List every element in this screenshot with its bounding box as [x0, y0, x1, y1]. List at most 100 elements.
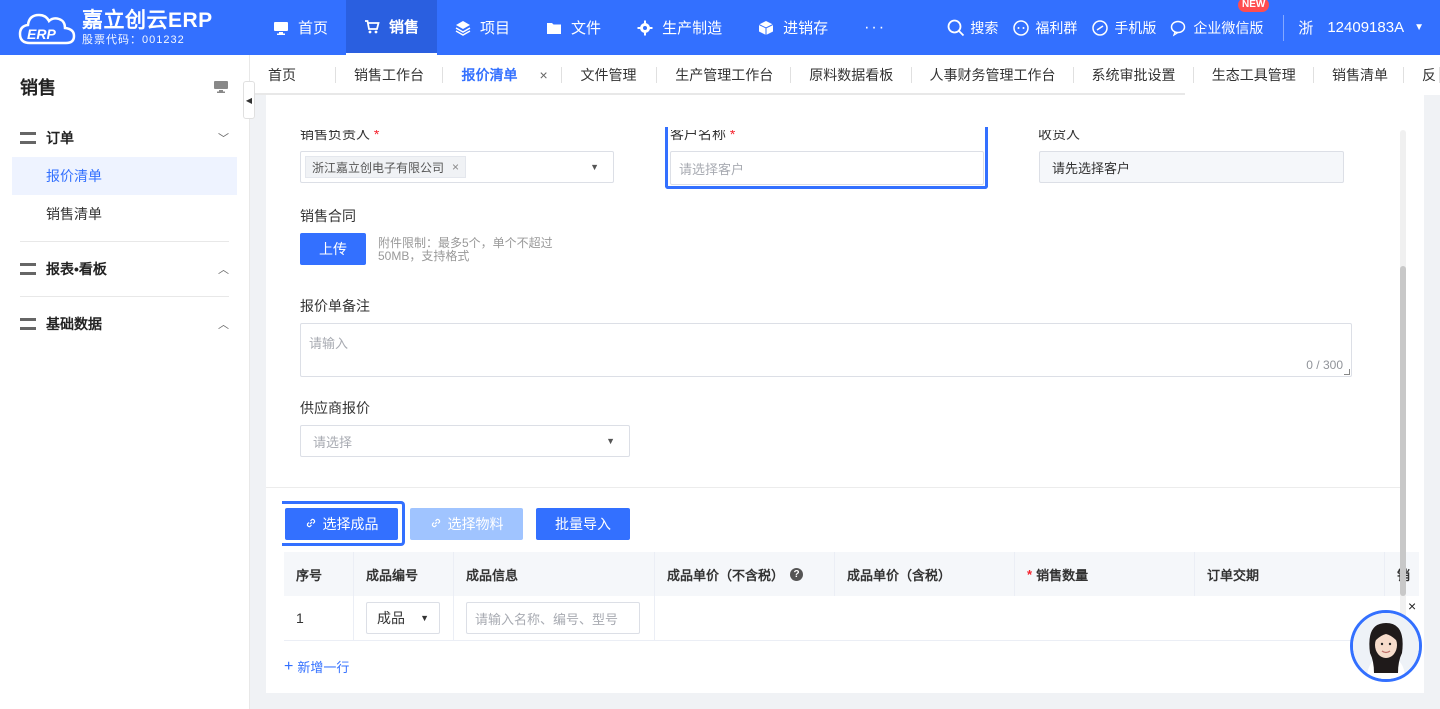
nav-project-label: 项目	[480, 20, 511, 37]
section-divider	[266, 487, 1401, 488]
sidebar-group-base-data: 基础数据 ︿	[20, 297, 229, 351]
wechat-tool[interactable]: 企业微信版 NEW	[1170, 0, 1270, 38]
wechat-icon	[1170, 19, 1188, 37]
supplier-quote-select[interactable]: 请选择 ▼	[300, 425, 630, 457]
th-index: 序号	[284, 552, 354, 596]
user-menu[interactable]: 浙 12409183A ▼	[1298, 17, 1424, 38]
brand-name: 嘉立创云ERP	[82, 8, 213, 32]
nav-sales-label: 销售	[389, 19, 420, 36]
upload-button[interactable]: 上传	[300, 233, 366, 265]
chat-group-icon	[1012, 19, 1030, 37]
nav-file[interactable]: 文件	[528, 0, 619, 55]
tab-sales-list[interactable]: 销售清单	[1314, 55, 1405, 95]
nav-file-label: 文件	[571, 20, 602, 37]
group-label-order: 订单	[46, 130, 74, 146]
tab-approval-settings[interactable]: 系统审批设置	[1074, 55, 1195, 95]
nav-manufacturing[interactable]: 生产制造	[619, 0, 740, 55]
sales-owner-select[interactable]: 浙江嘉立创电子有限公司 × ▼	[300, 151, 614, 183]
group-label-base-data: 基础数据	[46, 316, 102, 332]
display-icon[interactable]	[213, 80, 229, 94]
nav-project[interactable]: 项目	[437, 0, 528, 55]
chevron-up-icon: ︿	[218, 319, 229, 331]
stock-code: 股票代码：001232	[82, 33, 185, 46]
scrollbar-thumb[interactable]	[1400, 266, 1406, 596]
mobile-tool[interactable]: 手机版	[1091, 18, 1156, 38]
resize-handle-icon[interactable]	[1344, 369, 1350, 375]
list-icon	[20, 318, 36, 330]
nav-more-button[interactable]: ···	[846, 0, 904, 55]
tab-home[interactable]: 首页	[250, 55, 336, 95]
user-province: 浙	[1298, 20, 1314, 37]
group-head-order[interactable]: 订单 ﹀	[20, 119, 229, 157]
tab-eco-tools[interactable]: 生态工具管理	[1194, 55, 1315, 95]
close-icon[interactable]: ×	[539, 67, 547, 83]
link-icon	[430, 516, 442, 532]
tab-material-board[interactable]: 原料数据看板	[791, 55, 912, 95]
group-head-reports[interactable]: 报表•看板 ︿	[20, 242, 229, 296]
nav-home-label: 首页	[298, 20, 329, 37]
content-scrollbar[interactable]	[1400, 130, 1406, 670]
dropdown-arrow-icon: ▼	[590, 162, 599, 172]
product-type-select[interactable]: 成品 ▼	[366, 602, 440, 634]
new-badge: NEW	[1237, 0, 1270, 12]
dropdown-arrow-icon: ▼	[606, 436, 615, 446]
customer-name-input[interactable]: 请选择客户	[670, 151, 984, 185]
caret-down-icon: ▼	[1414, 22, 1424, 33]
table-row: 1 成品 ▼ 请输入名称、编号、型号	[284, 595, 1419, 641]
th-price-incl-tax: 成品单价（含税）	[835, 552, 1015, 596]
nav-inventory-label: 进销存	[783, 20, 829, 37]
folder-icon	[546, 20, 562, 36]
layers-icon	[455, 20, 471, 36]
th-product-code: 成品编号	[354, 552, 454, 596]
list-icon	[20, 263, 36, 275]
sidebar-collapse-button[interactable]: ◀	[243, 81, 255, 119]
nav-sales[interactable]: 销售	[346, 0, 438, 55]
add-row-button[interactable]: + 新增一行	[284, 657, 349, 676]
monitor-icon	[273, 20, 289, 36]
tab-overflow[interactable]: 反	[1404, 55, 1440, 95]
main-nav: 首页 销售 项目 文件 生产制造 进销存 ···	[255, 0, 904, 55]
sales-owner-tag: 浙江嘉立创电子有限公司 ×	[305, 156, 467, 178]
select-product-button[interactable]: 选择成品	[285, 508, 398, 540]
product-info-input[interactable]: 请输入名称、编号、型号	[466, 602, 640, 634]
th-delivery-date: 订单交期	[1195, 552, 1385, 596]
sidebar-group-reports: 报表•看板 ︿	[20, 242, 229, 297]
tag-close-icon[interactable]: ×	[452, 160, 459, 174]
tab-quotation-list[interactable]: 报价清单 ×	[443, 55, 563, 95]
select-material-button[interactable]: 选择物料	[410, 508, 523, 540]
tab-quotation-label: 报价清单	[461, 67, 518, 83]
nav-inventory[interactable]: 进销存	[740, 0, 846, 55]
batch-import-button[interactable]: 批量导入	[536, 508, 630, 540]
link-icon	[305, 517, 317, 532]
toolbar-divider	[1283, 14, 1285, 41]
top-bar: ERP 嘉立创云ERP 股票代码：001232 首页 销售 项目 文件 生产制造…	[0, 0, 1440, 55]
help-icon[interactable]: ?	[790, 567, 804, 581]
tab-sales-workbench[interactable]: 销售工作台	[336, 55, 444, 95]
th-sales-quantity: * 销售数量	[1015, 552, 1195, 596]
tab-production-workbench[interactable]: 生产管理工作台	[657, 55, 792, 95]
group-head-base-data[interactable]: 基础数据 ︿	[20, 297, 229, 351]
mobile-label: 手机版	[1114, 19, 1157, 36]
tab-bar: 首页 销售工作台 报价清单 × 文件管理 生产管理工作台 原料数据看板 人事财务…	[250, 55, 1440, 95]
supplier-quote-label: 供应商报价	[300, 400, 370, 416]
welfare-label: 福利群	[1035, 19, 1078, 36]
assistant-close-icon[interactable]: ×	[1408, 598, 1416, 614]
logo[interactable]: ERP 嘉立创云ERP 股票代码：001232	[0, 0, 255, 55]
remark-textarea[interactable]: 请输入 0 / 300	[300, 323, 1352, 377]
cell-price-incl-tax[interactable]	[835, 596, 1015, 641]
sidebar-item-quotation-list[interactable]: 报价清单	[12, 157, 237, 195]
cell-sales-quantity[interactable]	[1015, 596, 1195, 641]
sidebar-item-sales-list[interactable]: 销售清单	[12, 195, 237, 233]
cell-price-excl-tax[interactable]	[655, 596, 835, 641]
tab-file-management[interactable]: 文件管理	[562, 55, 658, 95]
wechat-label: 企业微信版	[1193, 19, 1264, 36]
user-account: 12409183A	[1327, 19, 1405, 36]
nav-home[interactable]: 首页	[255, 0, 346, 55]
tab-hr-finance-workbench[interactable]: 人事财务管理工作台	[912, 55, 1074, 95]
sidebar-group-order: 订单 ﹀ 报价清单 销售清单	[12, 119, 237, 242]
remark-counter: 0 / 300	[1306, 358, 1343, 372]
plus-icon: +	[284, 657, 294, 675]
welfare-group-tool[interactable]: 福利群	[1012, 18, 1077, 38]
assistant-avatar[interactable]	[1350, 610, 1422, 682]
search-tool[interactable]: 搜索	[947, 18, 998, 38]
